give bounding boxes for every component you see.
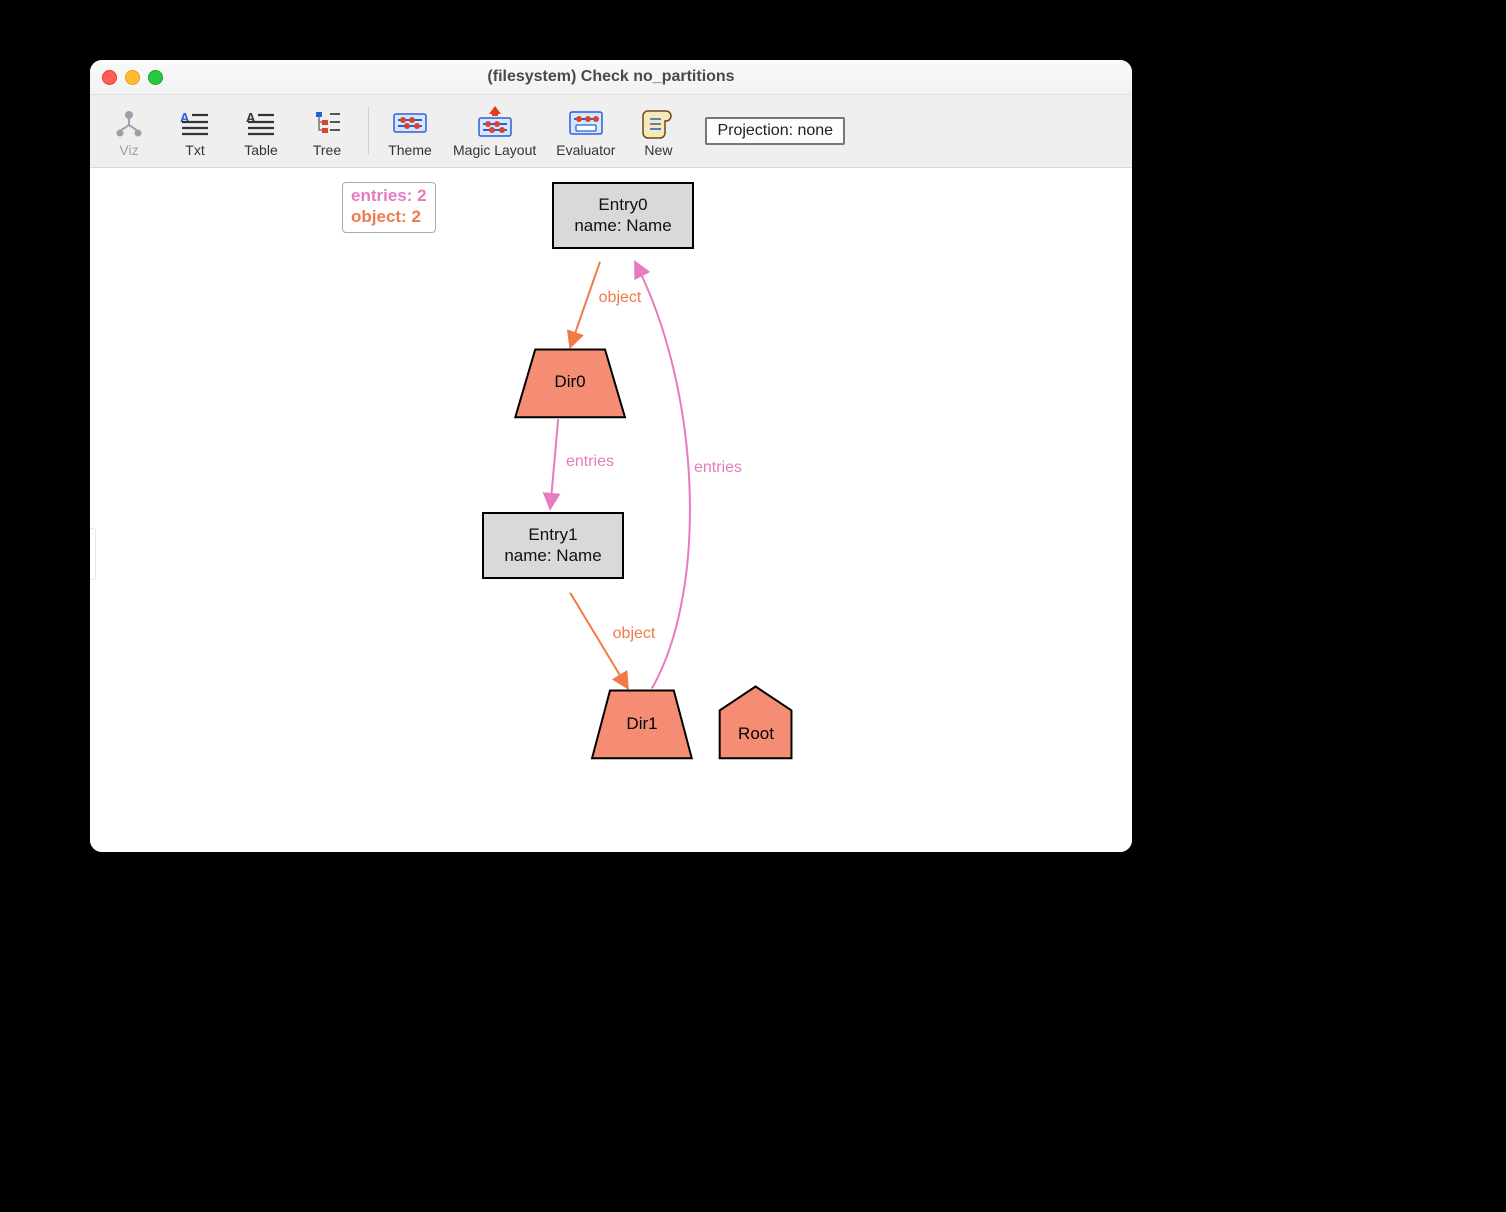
node-entry1-line1: Entry1 [498,524,608,545]
magic-layout-button[interactable]: Magic Layout [445,102,544,160]
evaluator-button[interactable]: Evaluator [548,102,623,160]
titlebar: (filesystem) Check no_partitions [90,60,1132,95]
node-dir1-label: Dir1 [626,714,657,734]
scroll-icon [636,106,680,140]
close-icon[interactable] [102,70,117,85]
node-entry0-line1: Entry0 [568,194,678,215]
table-icon: A [239,106,283,140]
new-button[interactable]: New [627,102,689,160]
txt-icon: A [173,106,217,140]
window-title: (filesystem) Check no_partitions [487,68,734,86]
txt-button[interactable]: A Txt [164,102,226,160]
theme-label: Theme [388,142,432,158]
node-layer: Entry0 name: Name Entry1 name: Name Dir0… [90,168,1132,852]
viz-label: Viz [119,142,138,158]
theme-button[interactable]: Theme [379,102,441,160]
label-edge-entry1-dir1: object [613,625,656,643]
node-entry0-line2: name: Name [568,215,678,236]
evaluator-icon [564,106,608,140]
app-window: (filesystem) Check no_partitions Viz A [90,60,1132,852]
toolbar-separator [368,107,369,155]
node-entry1[interactable]: Entry1 name: Name [482,512,624,579]
tree-label: Tree [313,142,341,158]
tree-button[interactable]: Tree [296,102,358,160]
projection-box[interactable]: Projection: none [705,117,845,145]
table-label: Table [244,142,277,158]
node-entry1-line2: name: Name [498,545,608,566]
txt-label: Txt [185,142,204,158]
tree-icon [305,106,349,140]
magic-layout-label: Magic Layout [453,142,536,158]
magic-layout-icon [473,106,517,140]
label-edge-dir0-entry1: entries [566,453,614,471]
toolbar: Viz A Txt A [90,95,1132,168]
zoom-icon[interactable] [148,70,163,85]
window-controls [102,70,163,85]
viz-button[interactable]: Viz [98,102,160,160]
graph-canvas[interactable]: entries: 2 object: 2 [90,168,1132,852]
node-dir0-label: Dir0 [554,372,585,392]
new-label: New [644,142,672,158]
label-edge-dir1-entry0: entries [694,459,742,477]
viz-icon [107,106,151,140]
node-entry0[interactable]: Entry0 name: Name [552,182,694,249]
label-edge-entry0-dir0: object [599,289,642,307]
table-button[interactable]: A Table [230,102,292,160]
evaluator-label: Evaluator [556,142,615,158]
node-root-label: Root [738,724,774,744]
minimize-icon[interactable] [125,70,140,85]
theme-icon [388,106,432,140]
